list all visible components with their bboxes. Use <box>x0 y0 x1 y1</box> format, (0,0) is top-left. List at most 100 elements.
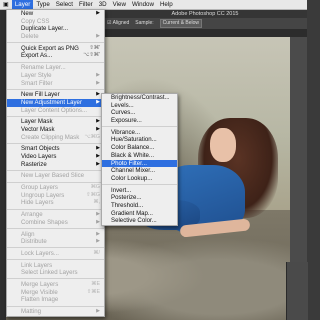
menu-item-vector-mask[interactable]: Vector Mask ▶ <box>7 126 104 134</box>
submenu-item-posterize[interactable]: Posterize... <box>102 194 177 202</box>
menu-item-label: Link Layers <box>21 261 53 269</box>
menu-layer[interactable]: Layer <box>11 0 34 9</box>
menu-item-label: Align <box>21 230 35 238</box>
menu-item-video-layers[interactable]: Video Layers ▶ <box>7 153 104 161</box>
menu-item-export-as[interactable]: Export As... ⌥⇧⌘' <box>7 52 104 60</box>
submenu-arrow-icon: ▶ <box>96 91 100 98</box>
menu-type[interactable]: Type <box>33 0 52 9</box>
submenu-item-vibrance[interactable]: Vibrance... <box>102 129 177 137</box>
menu-item-shortcut: ⌘/ <box>93 249 100 256</box>
menu-separator <box>7 247 104 249</box>
menu-item-shortcut: ⌘, <box>93 199 100 206</box>
submenu-item-channel-mixer[interactable]: Channel Mixer... <box>102 167 177 175</box>
menu-item-label: New Adjustment Layer <box>21 98 82 106</box>
menu-item-delete: Delete ▶ <box>7 33 104 41</box>
menu-item-label: Hide Layers <box>21 199 54 207</box>
submenu-arrow-icon: ▶ <box>96 118 100 125</box>
menu-help[interactable]: Help <box>157 0 176 9</box>
menu-item-ungroup-layers: Ungroup Layers ⇧⌘G <box>7 192 104 200</box>
submenu-arrow-icon: ▶ <box>96 230 100 237</box>
submenu-item-invert[interactable]: Invert... <box>102 187 177 195</box>
sample-label: Sample: <box>135 20 154 26</box>
menu-item-label: New Layer Based Slice <box>21 172 84 180</box>
menu-item-lock-layers: Lock Layers... ⌘/ <box>7 250 104 258</box>
submenu-item-brightness-contrast[interactable]: Brightness/Contrast... <box>102 94 177 102</box>
menu-select[interactable]: Select <box>53 0 76 9</box>
menu-view[interactable]: View <box>110 0 129 9</box>
menu-item-create-clipping-mask: Create Clipping Mask ⌥⌘G <box>7 134 104 142</box>
menu-item-label: Quick Export as PNG <box>21 44 79 52</box>
menu-item-label: Video Layers <box>21 153 57 160</box>
menu-separator <box>102 126 177 128</box>
menu-item-label: Layer Mask <box>21 118 53 126</box>
menu-item-hide-layers: Hide Layers ⌘, <box>7 199 104 207</box>
menu-item-label: Matting <box>21 308 41 315</box>
menu-item-label: Flatten Image <box>21 296 59 304</box>
submenu-item-threshold[interactable]: Threshold... <box>102 202 177 210</box>
menu-item-shortcut: ⌘E <box>91 280 100 287</box>
menu-3d[interactable]: 3D <box>96 0 110 9</box>
submenu-arrow-icon: ▶ <box>96 71 100 78</box>
menu-item-label: Ungroup Layers <box>21 191 65 199</box>
app-icon[interactable]: ▣ <box>0 0 12 9</box>
menu-separator <box>102 184 177 186</box>
aligned-checkbox[interactable]: ☑ Aligned <box>107 18 129 29</box>
photo-face <box>210 128 236 162</box>
menu-item-smart-objects[interactable]: Smart Objects ▶ <box>7 145 104 153</box>
menu-item-label: Export As... <box>21 52 53 60</box>
menu-item-label: Distribute <box>21 238 47 246</box>
submenu-arrow-icon: ▶ <box>96 125 100 132</box>
aligned-label: Aligned <box>112 20 130 26</box>
menu-item-align: Align ▶ <box>7 231 104 239</box>
menu-window[interactable]: Window <box>129 0 157 9</box>
menu-item-label: Arrange <box>21 211 43 219</box>
menu-separator <box>7 278 104 280</box>
submenu-item-selective-color[interactable]: Selective Color... <box>102 217 177 225</box>
menu-item-shortcut: ⇧⌘G <box>86 191 100 198</box>
menu-item-arrange: Arrange ▶ <box>7 211 104 219</box>
submenu-arrow-icon: ▶ <box>96 33 100 40</box>
menu-item-matting: Matting ▶ <box>7 308 104 316</box>
submenu-item-color-balance[interactable]: Color Balance... <box>102 144 177 152</box>
options-bar: ☑ Aligned Sample: Current & Below <box>103 18 307 29</box>
menu-item-label: Layer Style <box>21 71 52 79</box>
submenu-item-photo-filter[interactable]: Photo Filter... <box>102 159 177 168</box>
submenu-item-hue-saturation[interactable]: Hue/Saturation... <box>102 136 177 144</box>
menu-item-shortcut: ⌘G <box>90 184 100 191</box>
menu-item-label: Vector Mask <box>21 125 55 133</box>
menu-item-shortcut: ⌥⌘G <box>84 133 100 140</box>
menu-item-label: Delete <box>21 33 39 41</box>
menu-item-layer-mask[interactable]: Layer Mask ▶ <box>7 118 104 126</box>
menu-item-new-adjustment-layer[interactable]: New Adjustment Layer ▶ <box>7 98 104 107</box>
menu-item-link-layers: Link Layers <box>7 262 104 270</box>
menu-item-quick-export-as-png[interactable]: Quick Export as PNG ⇧⌘' <box>7 45 104 53</box>
submenu-item-curves[interactable]: Curves... <box>102 109 177 117</box>
menu-item-distribute: Distribute ▶ <box>7 238 104 246</box>
menu-separator <box>7 181 104 183</box>
menu-item-label: Copy CSS <box>21 17 50 25</box>
menu-item-rasterize[interactable]: Rasterize ▶ <box>7 161 104 169</box>
sample-select[interactable]: Current & Below <box>159 19 203 28</box>
submenu-item-black-white[interactable]: Black & White... <box>102 152 177 160</box>
menu-item-group-layers: Group Layers ⌘G <box>7 184 104 192</box>
submenu-item-exposure[interactable]: Exposure... <box>102 117 177 125</box>
menu-separator <box>7 88 104 90</box>
menu-item-smart-filter: Smart Filter ▶ <box>7 80 104 88</box>
menu-item-merge-layers: Merge Layers ⌘E <box>7 281 104 289</box>
menu-item-shortcut: ⇧⌘E <box>86 288 100 295</box>
menu-item-label: Smart Objects <box>21 145 60 153</box>
menu-item-label: New <box>21 10 34 17</box>
menu-separator <box>7 228 104 229</box>
menu-separator <box>7 169 104 171</box>
menu-item-new[interactable]: New ▶ <box>7 10 104 18</box>
menu-filter[interactable]: Filter <box>76 0 96 9</box>
submenu-item-color-lookup[interactable]: Color Lookup... <box>102 175 177 183</box>
submenu-item-levels[interactable]: Levels... <box>102 102 177 110</box>
menu-separator <box>7 42 104 44</box>
menu-item-new-fill-layer[interactable]: New Fill Layer ▶ <box>7 91 104 99</box>
menu-item-shortcut: ⇧⌘' <box>89 44 100 51</box>
menu-separator <box>7 305 104 307</box>
menu-item-label: Select Linked Layers <box>21 269 78 277</box>
menu-item-duplicate-layer[interactable]: Duplicate Layer... <box>7 25 104 33</box>
submenu-item-gradient-map[interactable]: Gradient Map... <box>102 210 177 218</box>
